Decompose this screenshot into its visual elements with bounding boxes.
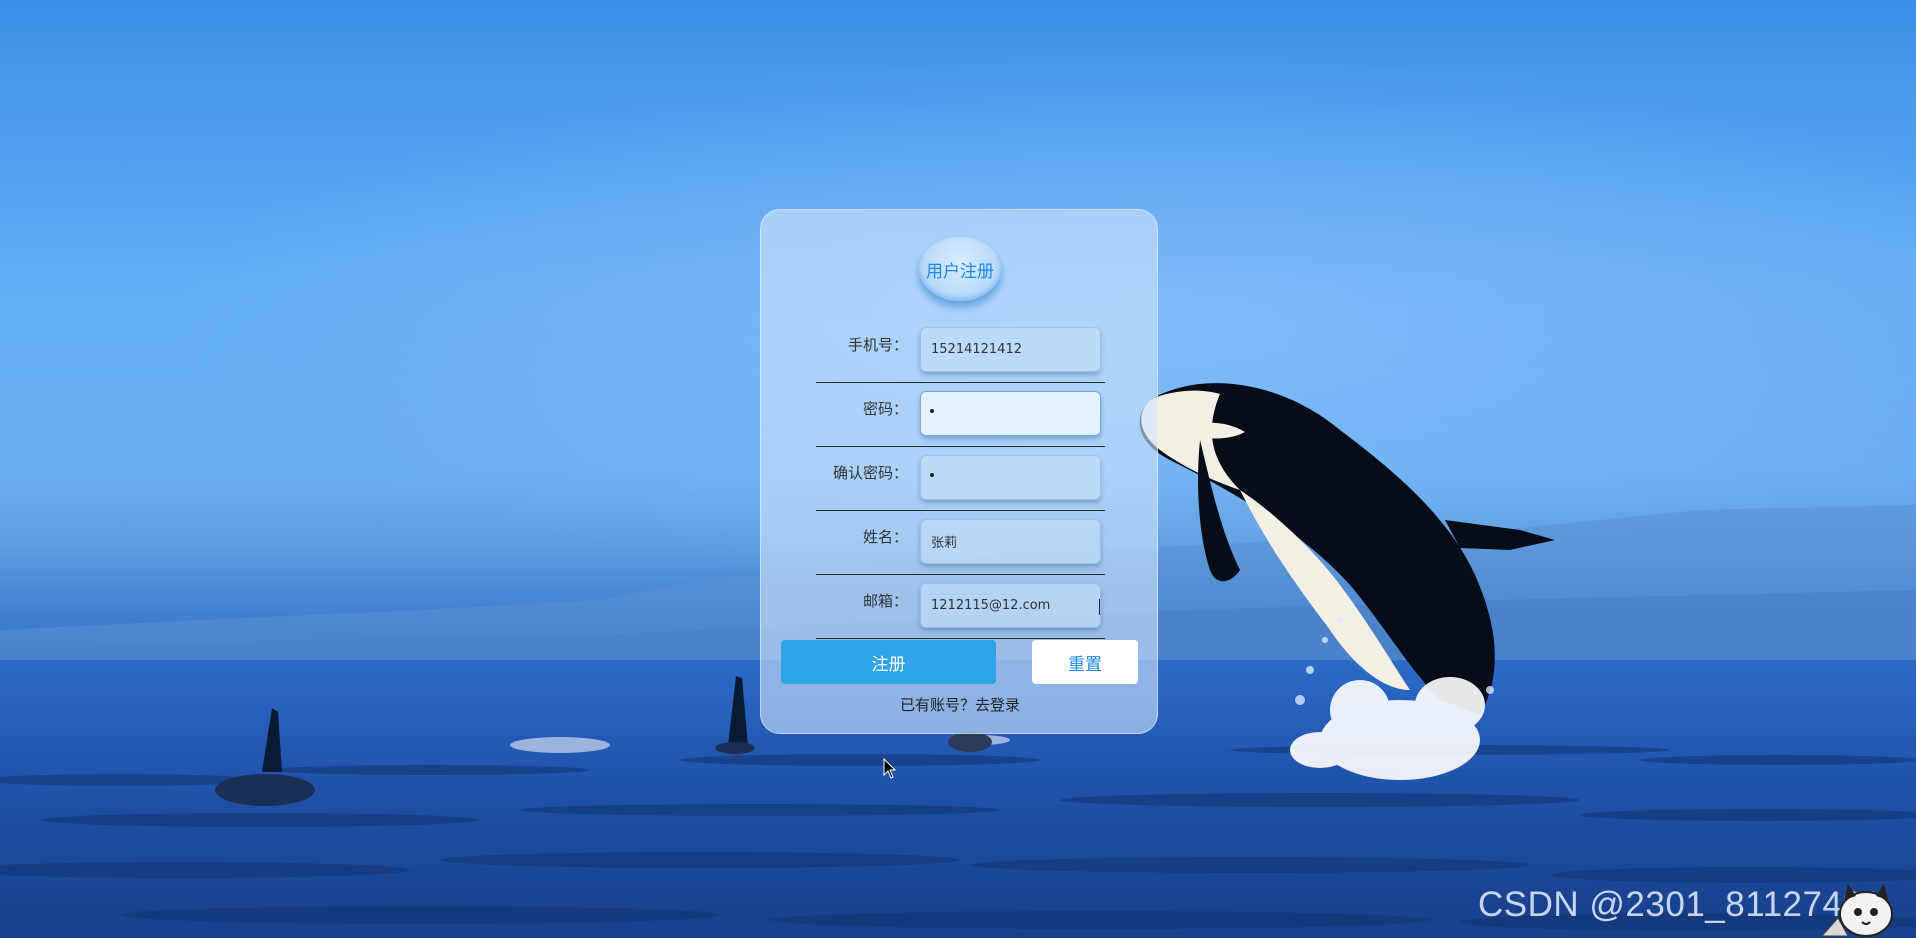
cat-mascot-icon (1820, 884, 1893, 937)
password-mask-dot (930, 409, 934, 413)
confirm-password-input[interactable] (920, 455, 1101, 500)
orca-illustration (1139, 383, 1555, 780)
email-label: 邮箱： (862, 592, 908, 610)
confirm-password-label: 确认密码： (832, 464, 908, 482)
login-link[interactable]: 已有账号？去登录 (761, 694, 1159, 715)
title-badge: 用户注册 (919, 237, 1001, 301)
name-label: 姓名： (862, 528, 908, 546)
phone-input[interactable] (920, 327, 1101, 372)
background-scene: 用户注册 手机号： 密码： 确认密码： 姓名： 邮箱： 注册 重置 已有账号？去… (0, 0, 1916, 938)
page-title: 用户注册 (926, 261, 994, 282)
confirm-password-row: 确认密码： (816, 447, 1105, 511)
mouse-cursor-icon (883, 758, 897, 779)
phone-row: 手机号： (816, 319, 1105, 383)
name-row: 姓名： (816, 511, 1105, 575)
password-row: 密码： (816, 383, 1105, 447)
password-label: 密码： (862, 400, 908, 418)
password-input[interactable] (920, 391, 1101, 436)
text-caret (1099, 599, 1100, 615)
email-input[interactable] (920, 583, 1101, 628)
name-input[interactable] (920, 519, 1101, 564)
email-row: 邮箱： (816, 575, 1105, 639)
register-button[interactable]: 注册 (781, 640, 996, 684)
phone-label: 手机号： (847, 336, 908, 354)
confirm-password-mask-dot (930, 473, 934, 477)
reset-button[interactable]: 重置 (1032, 640, 1138, 684)
register-card: 用户注册 手机号： 密码： 确认密码： 姓名： 邮箱： 注册 重置 已有账号？去… (760, 209, 1158, 734)
